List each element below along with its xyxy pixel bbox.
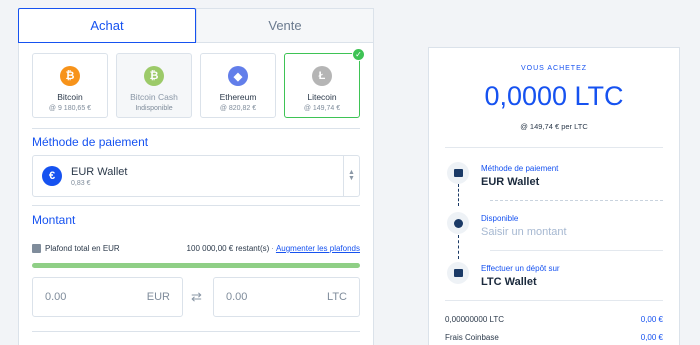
litecoin-icon: Ł — [312, 66, 332, 86]
bitcoin-icon: ₿ — [60, 66, 80, 86]
step-label: Méthode de paiement — [481, 164, 559, 173]
limit-icon — [32, 244, 41, 253]
wallet-balance: 0,83 € — [71, 179, 91, 187]
divider — [32, 331, 360, 332]
wallet-name: EUR Wallet — [71, 165, 128, 178]
coin-ethereum[interactable]: ◆ Ethereum @ 820,82 € — [200, 53, 276, 118]
ltc-amount-value: 0.00 — [226, 291, 248, 303]
buy-label: VOUS ACHETEZ — [520, 65, 588, 72]
fee-row-ltc: 0,00000000 LTC 0,00 € — [445, 315, 663, 324]
divider — [32, 128, 360, 129]
coin-selector: ₿ Bitcoin @ 9 180,65 € ₿ Bitcoin Cash In… — [32, 48, 365, 118]
euro-icon: € — [42, 166, 62, 186]
ethereum-icon: ◆ — [228, 66, 248, 86]
divider — [445, 147, 663, 148]
step-value: Saisir un montant — [481, 226, 567, 238]
ltc-unit: LTC — [327, 291, 347, 303]
fee-value: 0,00 € — [640, 333, 663, 342]
coin-name: Bitcoin Cash — [130, 92, 178, 102]
step-label: Effectuer un dépôt sur — [481, 264, 560, 273]
limit-progress-bar — [32, 263, 360, 268]
step-value: LTC Wallet — [481, 276, 537, 288]
coin-price: @ 149,74 € — [303, 105, 341, 112]
check-icon: ✓ — [352, 48, 365, 61]
coin-name: Ethereum — [219, 92, 257, 102]
clock-icon — [447, 212, 469, 234]
swap-icon[interactable]: ⇄ — [191, 289, 202, 305]
eur-amount-value: 0.00 — [45, 291, 67, 303]
tab-bar: Achat Vente — [18, 8, 373, 43]
step-connector — [458, 235, 459, 259]
eur-unit: EUR — [146, 291, 170, 303]
order-summary: VOUS ACHETEZ 0,0000 LTC @ 149,74 € per L… — [428, 47, 680, 345]
coin-name: Litecoin — [307, 92, 337, 102]
amount-title: Montant — [32, 213, 76, 227]
fee-value: 0,00 € — [640, 315, 663, 324]
eur-amount-input[interactable]: 0.00 EUR — [32, 277, 183, 317]
step-label: Disponible — [481, 214, 519, 223]
limit-progress-fill — [32, 263, 360, 268]
coin-price: @ 9 180,65 € — [48, 105, 92, 112]
bitcoin-cash-icon: ₿ — [144, 66, 164, 86]
buy-amount: 0,0000 LTC — [484, 81, 624, 111]
payment-method-title: Méthode de paiement — [32, 135, 149, 149]
fee-label: 0,00000000 LTC — [445, 315, 505, 324]
limit-row: Plafond total en EUR 100 000,00 € restan… — [32, 244, 360, 253]
coin-bitcoin-cash: ₿ Bitcoin Cash Indisponible — [116, 53, 192, 118]
coin-name: Bitcoin — [57, 92, 83, 102]
payment-method-select[interactable]: € EUR Wallet 0,83 € ▲ ▼ — [32, 155, 360, 197]
tab-sell[interactable]: Vente — [196, 9, 373, 43]
coin-litecoin[interactable]: ✓ Ł Litecoin @ 149,74 € — [284, 48, 365, 118]
divider — [445, 300, 663, 301]
divider — [490, 200, 663, 201]
wallet-icon — [447, 162, 469, 184]
coin-price: @ 820,82 € — [219, 105, 257, 112]
tab-buy[interactable]: Achat — [18, 8, 196, 43]
step-available: Disponible Saisir un montant — [447, 212, 567, 238]
divider — [32, 205, 360, 206]
coin-bitcoin[interactable]: ₿ Bitcoin @ 9 180,65 € — [32, 53, 108, 118]
step-value: EUR Wallet — [481, 176, 540, 188]
fee-label: Frais Coinbase — [445, 333, 499, 342]
ltc-amount-input[interactable]: 0.00 LTC — [213, 277, 360, 317]
fee-row-coinbase: Frais Coinbase 0,00 € — [445, 333, 663, 342]
wallet-icon — [447, 262, 469, 284]
increase-limits-link[interactable]: Augmenter les plafonds — [276, 244, 360, 253]
divider — [490, 250, 663, 251]
coin-price: Indisponible — [135, 105, 173, 112]
step-deposit: Effectuer un dépôt sur LTC Wallet — [447, 262, 560, 288]
exchange-rate: @ 149,74 € per LTC — [520, 122, 588, 131]
limit-separator: · — [271, 244, 274, 253]
limit-label: Plafond total en EUR — [45, 244, 120, 253]
step-payment-method: Méthode de paiement EUR Wallet — [447, 162, 558, 188]
order-form: Achat Vente ₿ Bitcoin @ 9 180,65 € ₿ Bit… — [18, 8, 374, 345]
chevron-updown-icon: ▲ ▼ — [343, 156, 359, 196]
limit-amount: 100 000,00 € restant(s) — [186, 244, 270, 253]
